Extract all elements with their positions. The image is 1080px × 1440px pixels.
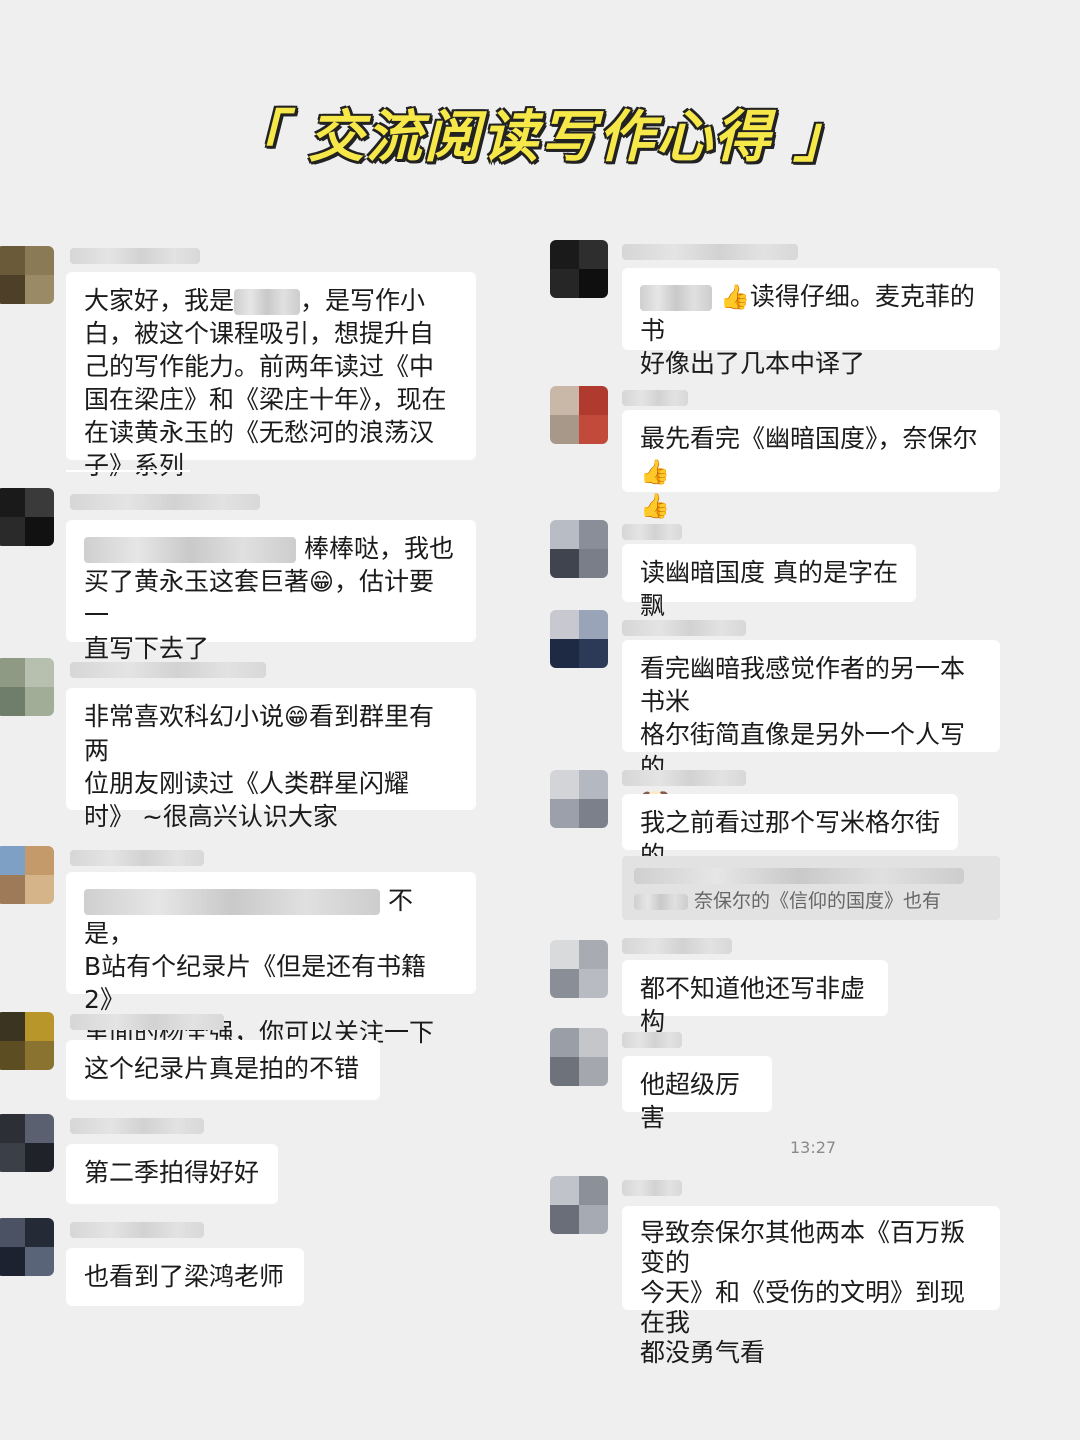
sender-name (622, 770, 746, 786)
message-text: 读幽暗国度 真的是字在飘 (640, 558, 898, 620)
thumbs-up-emoji-icon: 👍 (640, 458, 670, 486)
message-text: 好像出了几本中译了 (640, 349, 866, 378)
message-bubble[interactable]: 棒棒哒，我也 买了黄永玉这套巨著😁，估计要一 直写下去了 (66, 520, 476, 663)
message-text: 他超级厉害 (640, 1070, 741, 1132)
message-bubble[interactable]: 第二季拍得好好 (66, 1144, 278, 1204)
sender-name (70, 850, 204, 866)
avatar[interactable] (0, 846, 54, 904)
grin-emoji-icon: 😁 (284, 703, 310, 731)
message-text: 这个纪录片真是拍的不错 (84, 1054, 360, 1083)
message-text: B站有个纪录片《但是还有书籍 2》 (84, 952, 427, 1014)
sender-name (70, 1118, 204, 1134)
redacted-mention (84, 537, 296, 563)
quote-text: 奈保尔的《信仰的国度》也有 (694, 890, 942, 912)
sender-name (622, 620, 746, 636)
page-title: 「 交流阅读写作心得 」 (228, 105, 852, 170)
message-bubble[interactable]: 也看到了梁鸿老师 (66, 1248, 304, 1306)
timestamp: 13:27 (790, 1138, 837, 1157)
avatar[interactable] (550, 520, 608, 578)
message-text: 都不知道他还写非虚构 (640, 974, 866, 1036)
redacted-mention (640, 285, 712, 311)
message-bubble[interactable]: 不是， B站有个纪录片《但是还有书籍 2》 里面的杨全强，你可以关注一下 (66, 872, 476, 1047)
message-text: 第二季拍得好好 (84, 1158, 260, 1187)
avatar[interactable] (550, 1028, 608, 1086)
avatar[interactable] (550, 240, 608, 298)
grin-emoji-icon: 😁 (309, 568, 335, 596)
message-text: 棒棒哒，我也 (303, 534, 454, 563)
sender-name (70, 662, 266, 678)
redacted-quote-line (634, 867, 964, 884)
sender-name (70, 1222, 204, 1238)
message-text: 也看到了梁鸿老师 (84, 1262, 285, 1291)
avatar[interactable] (550, 610, 608, 668)
message-text: 都没勇气看 (640, 1338, 766, 1367)
avatar[interactable] (0, 488, 54, 546)
avatar[interactable] (0, 1012, 54, 1070)
message-bubble[interactable]: 看完幽暗我感觉作者的另一本书米 格尔街简直像是另外一个人写的 🐶 (622, 640, 1000, 815)
message-text: 今天》和《受伤的文明》到现在我 (640, 1278, 966, 1337)
message-bubble[interactable]: 导致奈保尔其他两本《百万叛变的 今天》和《受伤的文明》到现在我 都没勇气看 (622, 1206, 1000, 1367)
quoted-message[interactable]: 奈保尔的《信仰的国度》也有 (622, 856, 1000, 920)
message-text: 被这个课程吸引，想提升自己的写作能力。前两年读过《中国在梁庄》和《梁庄十年》，现… (84, 319, 447, 480)
message-text: 位朋友刚读过《人类群星闪耀 (84, 769, 410, 798)
message-bubble[interactable]: 大家好，我是 ，是写作小白，被这个课程吸引，想提升自己的写作能力。前两年读过《中国… (66, 272, 476, 480)
avatar[interactable] (0, 658, 54, 716)
sender-name (622, 244, 798, 260)
message-bubble[interactable]: 这个纪录片真是拍的不错 (66, 1040, 380, 1100)
avatar[interactable] (0, 1218, 54, 1276)
thumbs-up-emoji-icon: 👍 (640, 492, 670, 520)
message-bubble[interactable]: 都不知道他还写非虚构 (622, 960, 888, 1036)
message-text: 看完幽暗我感觉作者的另一本书米 (640, 654, 966, 716)
avatar[interactable] (0, 1114, 54, 1172)
sender-name (622, 524, 682, 540)
sender-name (622, 938, 732, 954)
message-bubble[interactable]: 最先看完《幽暗国度》，奈保尔 👍 👍 (622, 410, 1000, 520)
message-text: 导致奈保尔其他两本《百万叛变的 (640, 1218, 966, 1277)
message-bubble[interactable]: 👍读得仔细。麦克菲的书 好像出了几本中译了 (622, 268, 1000, 378)
sender-name (70, 248, 200, 264)
sender-name (622, 1180, 682, 1196)
sender-name (622, 1032, 682, 1048)
message-text: 非常喜欢科幻小说 (84, 702, 285, 731)
message-text: 直写下去了 (84, 634, 210, 663)
avatar[interactable] (550, 770, 608, 828)
message-bubble[interactable]: 我之前看过那个写米格尔街的 (622, 794, 958, 870)
divider (66, 470, 190, 472)
redacted-quote-sender (634, 893, 688, 910)
message-bubble[interactable]: 非常喜欢科幻小说😁看到群里有两 位朋友刚读过《人类群星闪耀 时》 ~很高兴认识大… (66, 688, 476, 831)
avatar[interactable] (0, 246, 54, 304)
sender-name (622, 390, 688, 406)
redacted-mention (84, 889, 380, 915)
message-text: 时》 ~很高兴认识大家 (84, 802, 338, 831)
sender-name (70, 1014, 224, 1030)
message-bubble[interactable]: 他超级厉害 (622, 1056, 772, 1132)
message-text: 最先看完《幽暗国度》，奈保尔 (640, 424, 978, 453)
thumbs-up-emoji-icon: 👍 (719, 283, 750, 311)
avatar[interactable] (550, 386, 608, 444)
message-text: 大家好，我是 (84, 286, 235, 315)
message-bubble[interactable]: 读幽暗国度 真的是字在飘 (622, 544, 916, 620)
redacted-name (234, 289, 301, 315)
avatar[interactable] (550, 1176, 608, 1234)
avatar[interactable] (550, 940, 608, 998)
message-text: 买了黄永玉这套巨著 (84, 567, 310, 596)
sender-name (70, 494, 260, 510)
